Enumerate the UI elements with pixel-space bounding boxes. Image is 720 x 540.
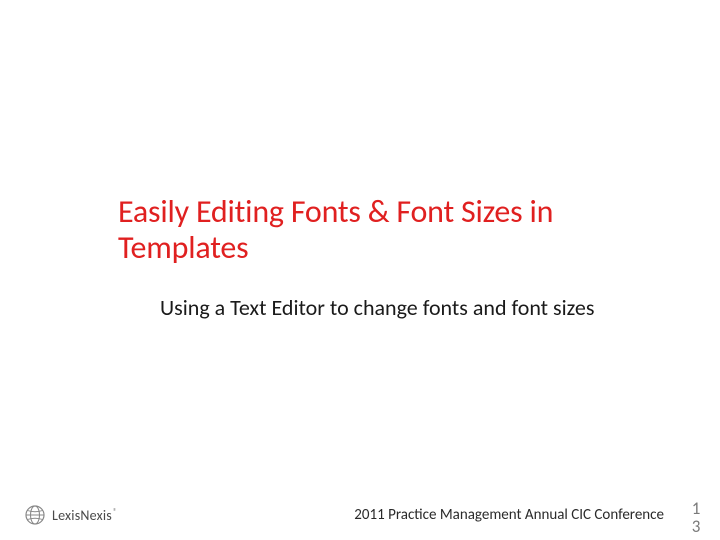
brand-logo: LexisNexis® (24, 504, 117, 526)
lexisnexis-globe-icon (24, 504, 46, 526)
brand-logo-text: LexisNexis® (52, 507, 117, 524)
footer-text: 2011 Practice Management Annual CIC Conf… (354, 506, 664, 524)
page-number-bottom: 3 (686, 518, 706, 536)
slide-subtitle: Using a Text Editor to change fonts and … (160, 295, 600, 320)
slide-title: Easily Editing Fonts & Font Sizes in Tem… (118, 194, 628, 266)
brand-name: LexisNexis (52, 507, 112, 524)
slide: Easily Editing Fonts & Font Sizes in Tem… (0, 0, 720, 540)
registered-mark: ® (113, 507, 117, 517)
page-number: 1 3 (686, 500, 706, 536)
